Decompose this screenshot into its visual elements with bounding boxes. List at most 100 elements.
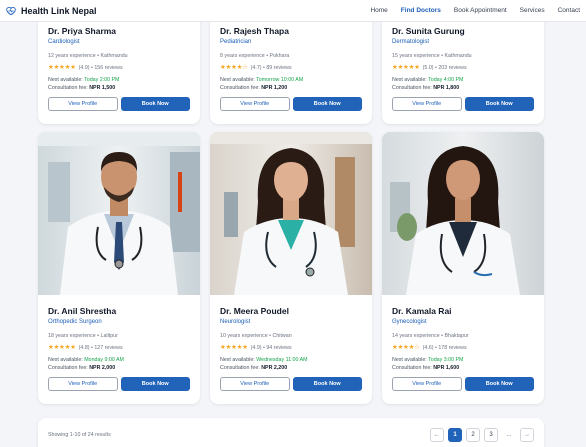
book-now-button[interactable]: Book Now	[120, 377, 190, 391]
star-rating-icon: ★★★★★	[48, 344, 76, 351]
nav-contact[interactable]: Contact	[558, 7, 580, 14]
doctor-name[interactable]: Dr. Anil Shrestha	[48, 305, 190, 317]
nav-book-appointment[interactable]: Book Appointment	[454, 7, 507, 14]
view-profile-button[interactable]: View Profile	[392, 97, 462, 111]
doctor-specialty: Orthopedic Surgeon	[48, 319, 102, 325]
next-available: Next available: Tomorrow 10:00 AM	[220, 76, 362, 84]
doctor-experience-location: 18 years experience • Lalitpur	[48, 333, 118, 339]
page-ellipsis: ...	[502, 428, 516, 442]
nav-home[interactable]: Home	[370, 7, 387, 14]
doctor-card-priya-sharma: Dr. Priya Sharma Cardiologist 12 years e…	[38, 10, 200, 124]
brand-name: Health Link Nepal	[21, 5, 97, 16]
doctor-experience-location: 14 years experience • Bhaktapur	[392, 333, 469, 339]
rating-reviews: (4.7) • 89 reviews	[250, 64, 292, 71]
star-rating-icon: ★★★★★	[48, 64, 76, 71]
rating-reviews: (4.9) • 156 reviews	[78, 64, 123, 71]
doctor-portrait-image	[210, 132, 372, 295]
pagination-bar: Showing 1-10 of 24 results ← 1 2 3 ... →	[38, 418, 544, 447]
doctor-name[interactable]: Dr. Rajesh Thapa	[220, 25, 362, 37]
consultation-fee-value: NPR 1,600	[433, 365, 460, 371]
doctor-experience-location: 8 years experience • Pokhara	[220, 53, 290, 59]
main-nav: Home Find Doctors Book Appointment Servi…	[357, 7, 580, 14]
consultation-fee: Consultation fee: NPR 1,600	[392, 364, 534, 372]
next-available: Next available: Today 3:00 PM	[392, 356, 534, 364]
doctor-rating: ★★★★★ (4.9) • 94 reviews	[220, 344, 362, 351]
rating-reviews: (5.0) • 203 reviews	[422, 64, 467, 71]
next-available-value: Tomorrow 10:00 AM	[256, 77, 304, 83]
doctor-specialty: Pediatrician	[220, 39, 252, 45]
next-available-value: Monday 9:00 AM	[84, 357, 124, 363]
rating-reviews: (4.6) • 178 reviews	[422, 344, 467, 351]
consultation-fee-label: Consultation fee:	[48, 365, 90, 371]
nav-services[interactable]: Services	[520, 7, 545, 14]
consultation-fee-label: Consultation fee:	[392, 365, 434, 371]
doctor-name[interactable]: Dr. Priya Sharma	[48, 25, 190, 37]
consultation-fee-value: NPR 1,800	[433, 85, 460, 91]
doctor-name[interactable]: Dr. Meera Poudel	[220, 305, 362, 317]
page-3-button[interactable]: 3	[484, 428, 498, 442]
prev-page-icon[interactable]: ←	[430, 428, 444, 442]
view-profile-button[interactable]: View Profile	[220, 97, 290, 111]
next-available: Next available: Wednesday 11:00 AM	[220, 356, 362, 364]
consultation-fee-label: Consultation fee:	[220, 85, 262, 91]
heart-pulse-icon	[6, 6, 16, 15]
consultation-fee-label: Consultation fee:	[392, 85, 434, 91]
doctor-portrait-image	[38, 132, 200, 295]
doctor-photo[interactable]	[382, 132, 544, 295]
doctor-photo[interactable]	[210, 132, 372, 295]
doctor-rating: ★★★★★ (4.9) • 156 reviews	[48, 64, 190, 71]
star-rating-icon: ★★★★☆	[392, 344, 420, 351]
doctor-specialty: Dermatologist	[392, 39, 430, 45]
doctor-rating: ★★★★★ (4.8) • 127 reviews	[48, 344, 190, 351]
doctor-rating: ★★★★☆ (4.7) • 89 reviews	[220, 64, 362, 71]
doctor-photo[interactable]	[38, 132, 200, 295]
doctor-specialty: Cardiologist	[48, 39, 80, 45]
doctor-name[interactable]: Dr. Kamala Rai	[392, 305, 534, 317]
next-page-icon[interactable]: →	[520, 428, 534, 442]
next-available: Next available: Today 4:00 PM	[392, 76, 534, 84]
doctor-specialty: Gynecologist	[392, 319, 427, 325]
next-available-label: Next available:	[392, 357, 429, 363]
pager: ← 1 2 3 ... →	[430, 428, 534, 442]
doctor-portrait-image	[382, 132, 544, 295]
book-now-button[interactable]: Book Now	[120, 97, 190, 111]
doctor-experience-location: 15 years experience • Kathmandu	[392, 53, 472, 59]
card-actions: View Profile Book Now	[220, 377, 362, 391]
book-now-button[interactable]: Book Now	[464, 97, 534, 111]
card-actions: View Profile Book Now	[392, 377, 534, 391]
star-rating-icon: ★★★★★	[220, 344, 248, 351]
consultation-fee-value: NPR 1,200	[261, 85, 288, 91]
consultation-fee: Consultation fee: NPR 1,500	[48, 84, 190, 92]
top-navbar: Health Link Nepal Home Find Doctors Book…	[0, 0, 586, 22]
book-now-button[interactable]: Book Now	[464, 377, 534, 391]
nav-find-doctors[interactable]: Find Doctors	[401, 7, 441, 14]
next-available-label: Next available:	[220, 357, 257, 363]
next-available-label: Next available:	[48, 357, 85, 363]
doctor-rating: ★★★★★ (5.0) • 203 reviews	[392, 64, 534, 71]
view-profile-button[interactable]: View Profile	[48, 377, 118, 391]
consultation-fee: Consultation fee: NPR 2,000	[48, 364, 190, 372]
doctor-name[interactable]: Dr. Sunita Gurung	[392, 25, 534, 37]
star-rating-icon: ★★★★★	[392, 64, 420, 71]
brand-logo[interactable]: Health Link Nepal	[6, 6, 97, 16]
next-available-value: Today 4:00 PM	[428, 77, 464, 83]
card-actions: View Profile Book Now	[48, 377, 190, 391]
page-2-button[interactable]: 2	[466, 428, 480, 442]
next-available-value: Today 2:00 PM	[84, 77, 120, 83]
view-profile-button[interactable]: View Profile	[48, 97, 118, 111]
consultation-fee-value: NPR 1,500	[89, 85, 116, 91]
rating-reviews: (4.8) • 127 reviews	[78, 344, 123, 351]
next-available-label: Next available:	[220, 77, 257, 83]
page-1-button[interactable]: 1	[448, 428, 462, 442]
doctor-card-sunita-gurung: Dr. Sunita Gurung Dermatologist 15 years…	[382, 10, 544, 124]
book-now-button[interactable]: Book Now	[292, 97, 362, 111]
next-available-label: Next available:	[48, 77, 85, 83]
doctor-experience-location: 12 years experience • Kathmandu	[48, 53, 128, 59]
view-profile-button[interactable]: View Profile	[392, 377, 462, 391]
results-count: Showing 1-10 of 24 results	[48, 432, 111, 438]
next-available-label: Next available:	[392, 77, 429, 83]
consultation-fee-label: Consultation fee:	[48, 85, 90, 91]
view-profile-button[interactable]: View Profile	[220, 377, 290, 391]
book-now-button[interactable]: Book Now	[292, 377, 362, 391]
doctor-card-kamala-rai: Dr. Kamala Rai Gynecologist 14 years exp…	[382, 132, 544, 404]
